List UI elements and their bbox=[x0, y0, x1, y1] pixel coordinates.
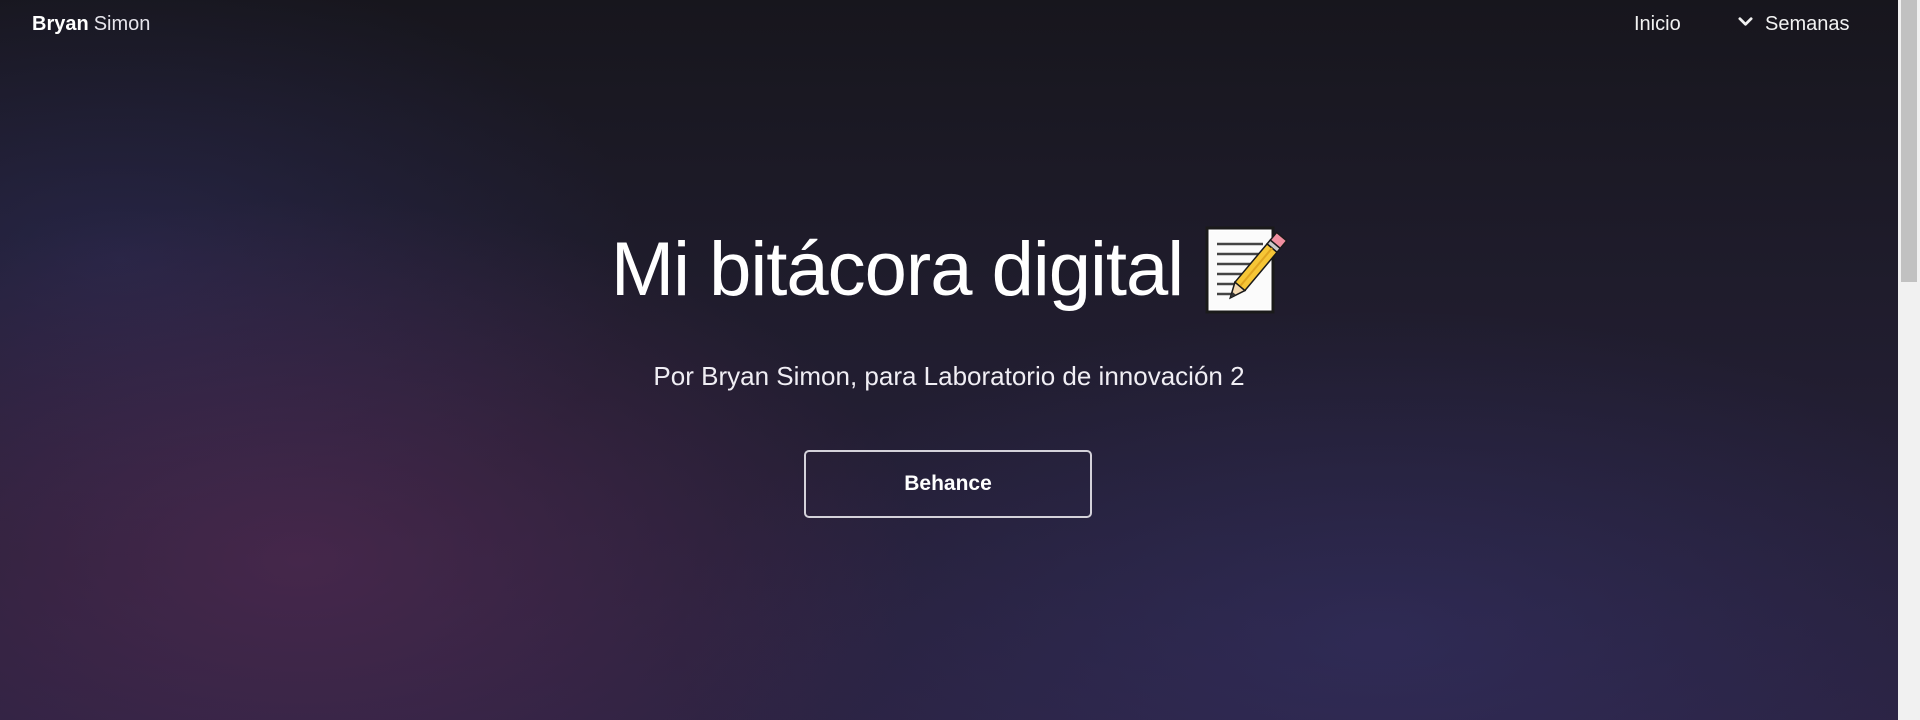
nav-link-semanas-label: Semanas bbox=[1765, 13, 1850, 35]
nav-link-semanas[interactable]: Semanas bbox=[1738, 12, 1850, 36]
navbar: Bryan Simon Inicio Semanas bbox=[0, 0, 1898, 50]
hero-subtitle: Por Bryan Simon, para Laboratorio de inn… bbox=[653, 361, 1245, 391]
memo-icon bbox=[1205, 226, 1288, 314]
chevron-down-icon bbox=[1738, 16, 1753, 26]
behance-button[interactable]: Behance bbox=[804, 450, 1092, 518]
brand-last-name: Simon bbox=[93, 13, 151, 35]
hero-title: Mi bitácora digital bbox=[0, 222, 1898, 318]
brand-first-name: Bryan bbox=[32, 13, 89, 35]
nav-link-inicio[interactable]: Inicio bbox=[1634, 12, 1681, 36]
vertical-scrollbar[interactable] bbox=[1898, 0, 1920, 720]
brand-link[interactable]: Bryan Simon bbox=[32, 12, 150, 36]
hero-title-text: Mi bitácora digital bbox=[610, 227, 1184, 312]
page: Bryan Simon Inicio Semanas Mi bitácora di… bbox=[0, 0, 1898, 720]
scrollbar-thumb[interactable] bbox=[1901, 0, 1917, 282]
